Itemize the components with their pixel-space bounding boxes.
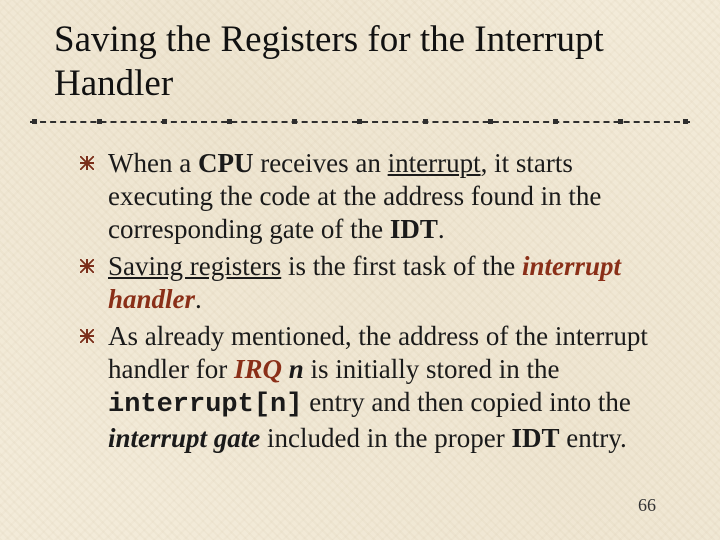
text-bold-idt: IDT	[390, 214, 438, 244]
slide-title: Saving the Registers for the Interrupt H…	[0, 0, 720, 113]
text-run: When a	[108, 148, 198, 178]
text-run: .	[195, 284, 202, 314]
bullet-item: As already mentioned, the address of the…	[80, 320, 674, 455]
text-emph-interrupt-gate: interrupt gate	[108, 423, 260, 453]
title-divider	[30, 119, 690, 125]
text-emph-irq: IRQ	[234, 354, 282, 384]
text-bold-cpu: CPU	[198, 148, 254, 178]
slide-body: When a CPU receives an interrupt, it sta…	[0, 125, 720, 454]
bullet-item: When a CPU receives an interrupt, it sta…	[80, 147, 674, 246]
bullet-list: When a CPU receives an interrupt, it sta…	[80, 147, 674, 454]
text-underline-saving-registers: Saving registers	[108, 251, 281, 281]
slide: Saving the Registers for the Interrupt H…	[0, 0, 720, 540]
text-run: is the first task of the	[281, 251, 522, 281]
text-code-interrupt-n: interrupt[n]	[108, 390, 302, 420]
text-bold-idt: IDT	[511, 423, 559, 453]
text-underline-interrupt: interrupt	[388, 148, 481, 178]
divider-squares	[30, 119, 690, 124]
bullet-item: Saving registers is the first task of th…	[80, 250, 674, 316]
text-run: included in the proper	[260, 423, 511, 453]
text-run: receives an	[253, 148, 387, 178]
text-emph-n: n	[289, 354, 304, 384]
text-run: is initially stored in the	[304, 354, 560, 384]
text-run: .	[438, 214, 445, 244]
text-run: entry.	[559, 423, 626, 453]
page-number: 66	[638, 495, 656, 516]
text-run	[282, 354, 289, 384]
text-run: entry and then copied into the	[302, 387, 630, 417]
